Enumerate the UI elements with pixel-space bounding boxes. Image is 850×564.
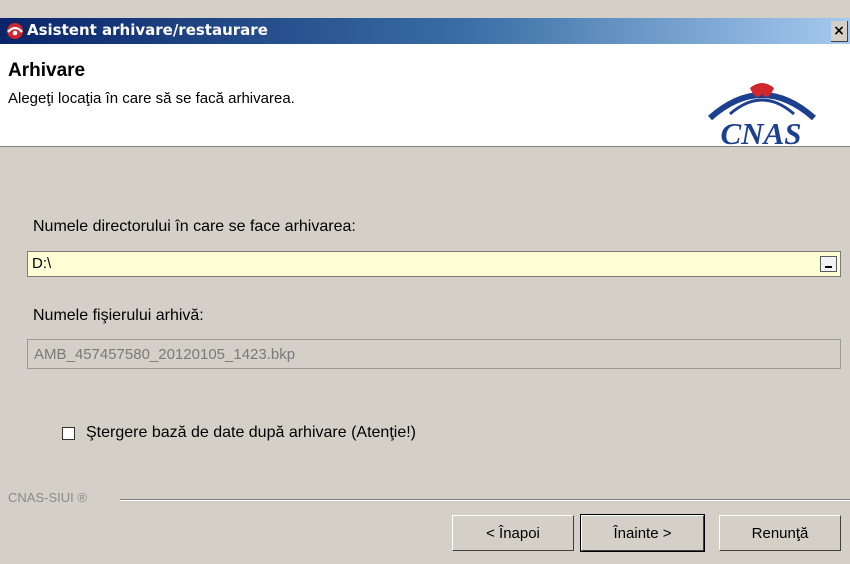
archive-wizard-window: Asistent arhivare/restaurare × Arhivare … [0, 0, 850, 564]
window-title: Asistent arhivare/restaurare [27, 21, 268, 39]
page-subtitle: Alegeţi locaţia în care să se facă arhiv… [8, 90, 295, 107]
title-bar[interactable]: Asistent arhivare/restaurare × [0, 18, 850, 44]
directory-value: D:\ [32, 255, 52, 272]
next-button[interactable]: Înainte > [580, 514, 705, 552]
browse-button[interactable] [820, 256, 837, 272]
brand-label: CNAS-SIUI ® [8, 490, 87, 505]
browse-icon [825, 266, 832, 268]
footer-divider [120, 499, 850, 501]
delete-db-checkbox[interactable] [62, 427, 75, 440]
close-button[interactable]: × [831, 21, 848, 42]
cancel-button[interactable]: Renunţă [719, 515, 841, 551]
file-name-input: AMB_457457580_20120105_1423.bkp [27, 339, 841, 369]
app-icon [7, 23, 23, 39]
directory-input[interactable]: D:\ [27, 251, 841, 277]
delete-db-checkbox-label[interactable]: Ştergere bază de date după arhivare (Ate… [86, 424, 416, 442]
wizard-header: Arhivare Alegeţi locaţia în care să se f… [0, 44, 850, 151]
cnas-logo-icon [708, 83, 816, 121]
back-button[interactable]: < Înapoi [452, 515, 574, 551]
file-name-label: Numele fişierului arhivă: [33, 307, 204, 324]
directory-label: Numele directorului în care se face arhi… [33, 218, 356, 235]
file-name-value: AMB_457457580_20120105_1423.bkp [34, 346, 296, 363]
cnas-logo: CNAS [690, 80, 832, 170]
cnas-logo-text: CNAS [720, 116, 802, 151]
page-title: Arhivare [8, 60, 86, 81]
